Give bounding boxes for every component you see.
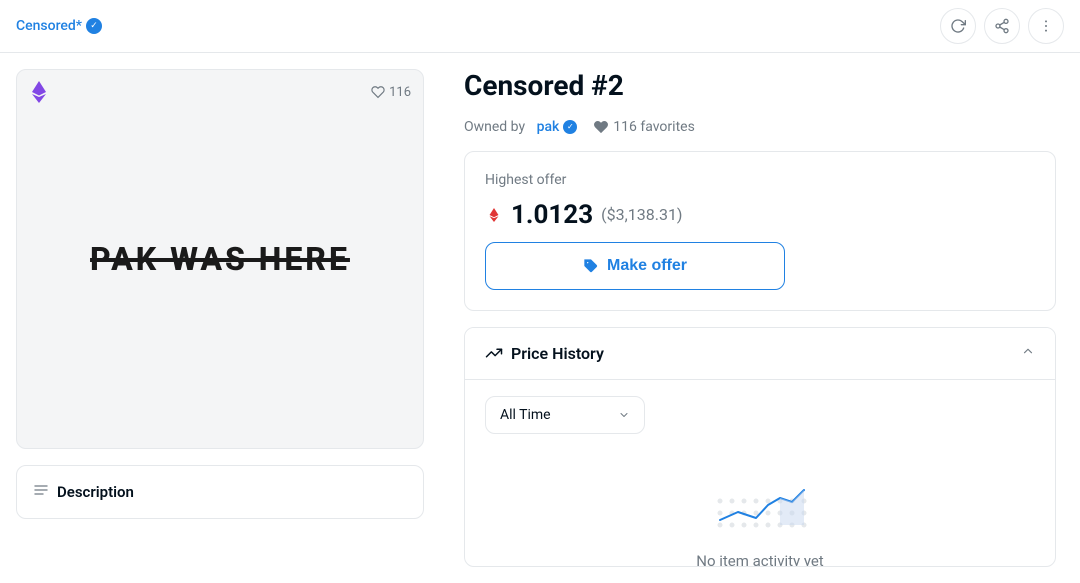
favorites-count: 116 favorites: [593, 119, 695, 135]
share-icon: [994, 18, 1010, 34]
owner-verified-badge: ✓: [563, 120, 577, 134]
refresh-icon: [950, 18, 966, 34]
left-panel: 116 PAK WAS HERE Description: [0, 53, 440, 583]
eth-diamond-icon: [485, 206, 503, 224]
collection-link[interactable]: Censored* ✓: [16, 18, 102, 34]
price-history-label: Price History: [511, 344, 604, 363]
favorites-count-top: 116: [389, 85, 411, 100]
more-icon: [1038, 18, 1054, 34]
price-history-section: Price History All Time: [464, 327, 1056, 567]
no-activity-text: No item activity yet: [696, 552, 823, 567]
chevron-up-icon: [1021, 344, 1035, 362]
price-history-title: Price History: [485, 344, 604, 363]
offer-card: Highest offer 1.0123 ($3,138.31) Make of…: [464, 151, 1056, 311]
nft-top-bar: 116: [29, 82, 411, 102]
time-filter-select[interactable]: All Time: [485, 396, 645, 434]
nft-image-container: 116 PAK WAS HERE: [16, 69, 424, 449]
tag-icon: [583, 258, 599, 274]
offer-price: 1.0123: [511, 200, 593, 230]
main-content: 116 PAK WAS HERE Description Censored #2…: [0, 53, 1080, 583]
price-history-body: All Time: [465, 380, 1055, 567]
owner-link[interactable]: pak: [537, 119, 560, 135]
collection-verified-badge: ✓: [86, 18, 102, 34]
favorites-count-text: 116 favorites: [613, 119, 695, 135]
time-filter-value: All Time: [500, 407, 610, 423]
make-offer-label: Make offer: [607, 257, 687, 275]
no-activity-area: No item activity yet: [485, 450, 1035, 567]
owned-by: Owned by pak ✓: [464, 119, 577, 135]
offer-usd: ($3,138.31): [601, 205, 682, 224]
nft-censored-text: PAK WAS HERE: [90, 240, 350, 278]
offer-label: Highest offer: [485, 172, 1035, 188]
refresh-button[interactable]: [940, 8, 976, 44]
favorites-top-badge: 116: [371, 85, 411, 100]
empty-chart-svg: [710, 470, 810, 540]
heart-icon-filled: [593, 119, 609, 135]
eth-logo-icon: [29, 82, 49, 102]
top-bar-right: [940, 8, 1064, 44]
chart-placeholder: [710, 470, 810, 540]
top-bar: Censored* ✓: [0, 0, 1080, 53]
owned-by-label: Owned by: [464, 119, 525, 135]
trend-icon: [485, 344, 503, 362]
price-history-header[interactable]: Price History: [465, 328, 1055, 380]
offer-price-row: 1.0123 ($3,138.31): [485, 200, 1035, 230]
nft-title: Censored #2: [464, 69, 1056, 103]
ownership-row: Owned by pak ✓ 116 favorites: [464, 119, 1056, 135]
heart-icon: [371, 85, 385, 99]
description-section: Description: [16, 465, 424, 519]
description-icon: [33, 482, 49, 502]
top-bar-left: Censored* ✓: [16, 18, 102, 34]
make-offer-button[interactable]: Make offer: [485, 242, 785, 290]
more-button[interactable]: [1028, 8, 1064, 44]
chevron-down-icon: [618, 409, 630, 421]
collection-name-text: Censored*: [16, 18, 82, 34]
share-button[interactable]: [984, 8, 1020, 44]
right-panel: Censored #2 Owned by pak ✓ 116 favorites…: [440, 53, 1080, 583]
description-label: Description: [57, 483, 134, 501]
